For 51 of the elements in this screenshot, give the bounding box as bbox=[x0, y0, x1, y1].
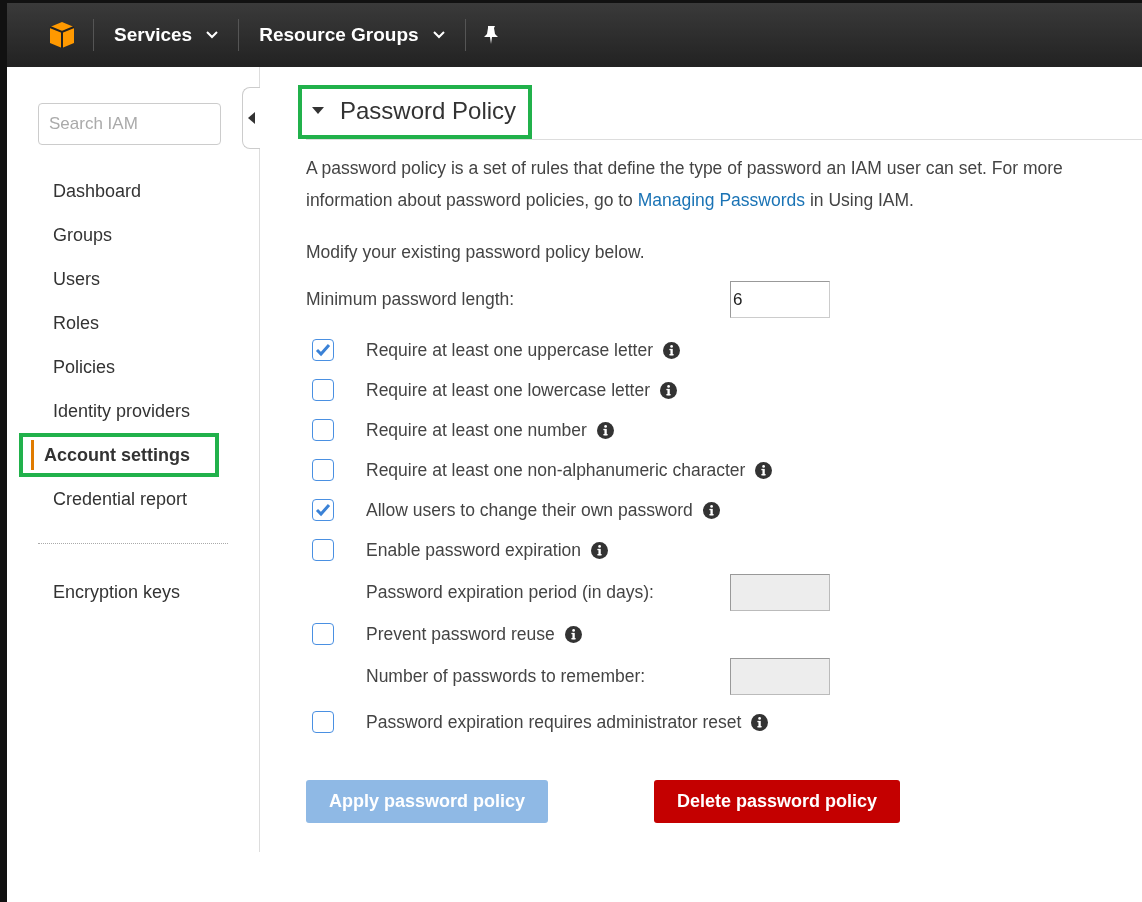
sidebar-item[interactable]: Dashboard bbox=[25, 169, 259, 213]
option-label: Prevent password reuse bbox=[366, 623, 555, 645]
option-label: Password expiration requires administrator reset bbox=[366, 711, 742, 733]
modify-note: Modify your existing password policy below. bbox=[306, 242, 646, 263]
managing-passwords-link[interactable]: Managing Passwords bbox=[637, 190, 806, 210]
chevron-down-icon bbox=[432, 31, 445, 39]
option-label: Require at least one number bbox=[366, 419, 587, 441]
option-label: Allow users to change their own password bbox=[366, 499, 693, 521]
option-label: Require at least one uppercase letter bbox=[366, 339, 653, 361]
sidebar-item[interactable]: Roles bbox=[25, 301, 259, 345]
sidebar-item[interactable]: Identity providers bbox=[25, 389, 259, 433]
info-icon[interactable] bbox=[702, 501, 720, 519]
delete-button[interactable]: Delete password policy bbox=[654, 780, 901, 823]
section-header-toggle[interactable]: Password Policy bbox=[298, 85, 533, 139]
field-label: Minimum password length: bbox=[306, 289, 516, 310]
option-label: Require at least one non-alphanumeric character bbox=[366, 459, 746, 481]
sidebar-item[interactable]: Encryption keys bbox=[25, 570, 259, 614]
info-icon[interactable] bbox=[755, 461, 773, 479]
checkbox[interactable] bbox=[312, 339, 334, 361]
nav-menu-button[interactable]: Services bbox=[110, 24, 223, 46]
checkbox[interactable] bbox=[312, 379, 334, 401]
caret-down-icon bbox=[312, 107, 324, 115]
sidebar-item[interactable]: Credential report bbox=[25, 477, 259, 521]
info-icon[interactable] bbox=[564, 625, 582, 643]
intro-paragraph: A password policy is a set of rules that define the type of password an IAM user can set. For more information about password policies, go to Managing Passwords in Using IAM. bbox=[306, 157, 1064, 212]
info-icon[interactable] bbox=[596, 421, 614, 439]
info-icon[interactable] bbox=[660, 381, 678, 399]
cube-logo-icon[interactable] bbox=[47, 20, 77, 50]
checkbox[interactable] bbox=[312, 499, 334, 521]
caret-left-icon bbox=[248, 112, 255, 124]
sidebar-item[interactable]: Groups bbox=[25, 213, 259, 257]
checkbox[interactable] bbox=[312, 459, 334, 481]
info-icon[interactable] bbox=[591, 541, 608, 559]
option-label: Enable password expiration bbox=[366, 539, 581, 561]
sidebar-item[interactable]: Account settings bbox=[19, 433, 219, 477]
checkbox[interactable] bbox=[312, 623, 334, 645]
option-label: Require at least one lowercase letter bbox=[366, 379, 651, 401]
sidebar-item[interactable]: Policies bbox=[25, 345, 259, 389]
chevron-down-icon bbox=[206, 31, 219, 39]
checkbox[interactable] bbox=[312, 539, 334, 561]
sidebar-item[interactable]: Users bbox=[25, 257, 259, 301]
checkbox[interactable] bbox=[312, 419, 334, 441]
info-icon[interactable] bbox=[663, 341, 680, 359]
checkbox[interactable] bbox=[312, 711, 334, 733]
collapse-sidebar-button[interactable] bbox=[242, 87, 260, 149]
nav-menu-button[interactable]: Resource Groups bbox=[255, 24, 449, 46]
field-label: Password expiration period (in days): bbox=[366, 581, 655, 603]
min-length-input[interactable]: 6 bbox=[730, 281, 830, 318]
search-field[interactable]: Search IAM bbox=[38, 103, 221, 145]
info-icon[interactable] bbox=[751, 713, 769, 731]
field-label: Number of passwords to remember: bbox=[366, 665, 647, 687]
